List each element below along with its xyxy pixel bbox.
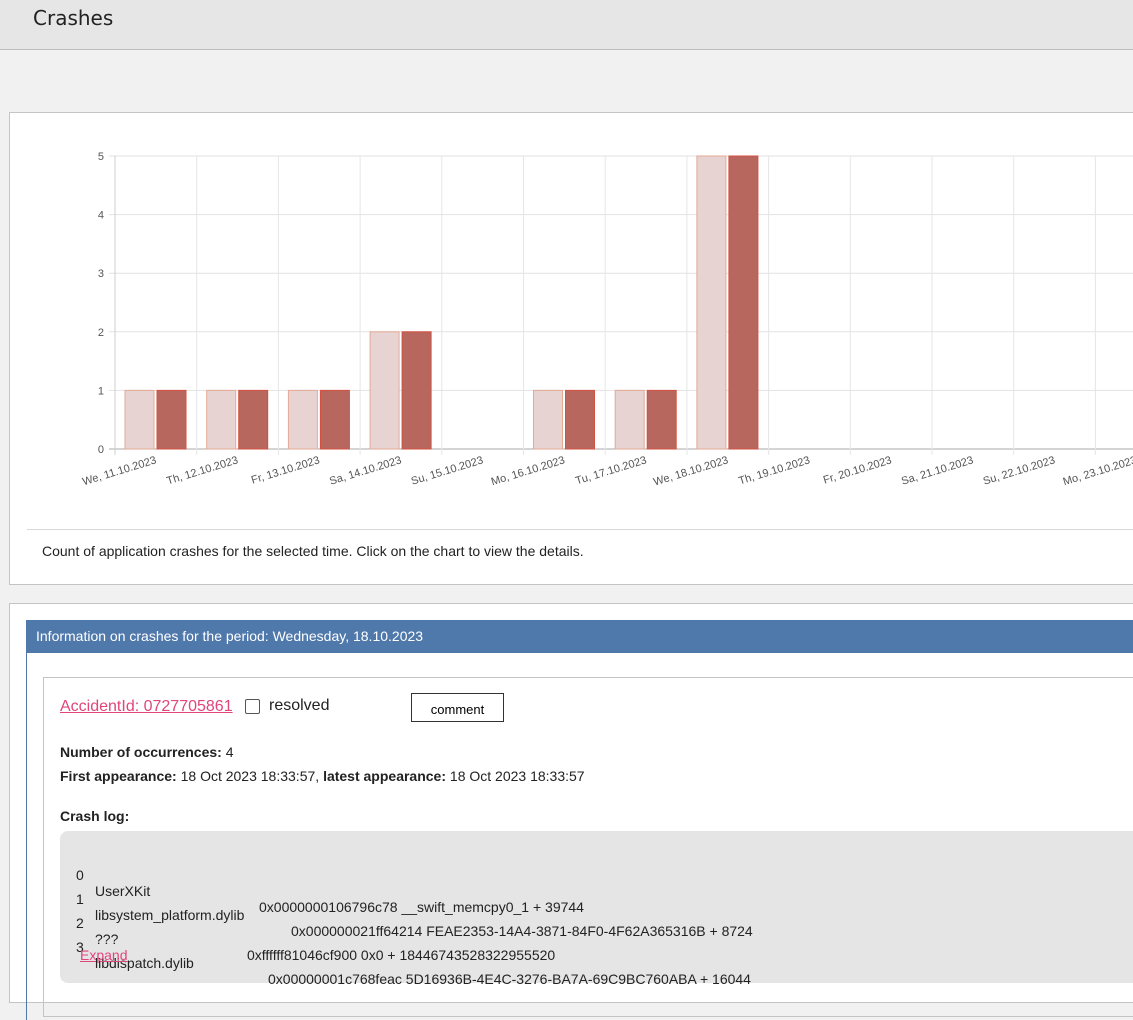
- bar-series-light: [206, 389, 237, 450]
- x-tick-label: Fr, 20.10.2023: [822, 454, 893, 486]
- expand-link[interactable]: Expand: [80, 947, 127, 963]
- comment-button[interactable]: comment: [411, 693, 504, 722]
- first-appearance-label: First appearance:: [60, 768, 177, 784]
- log-detail: 0x0000000106796c78 __swift_memcpy0_1 + 3…: [259, 899, 584, 915]
- x-tick-label: Su, 22.10.2023: [982, 454, 1057, 487]
- bar-series-light: [696, 155, 727, 450]
- crash-info-panel: Information on crashes for the period: W…: [9, 603, 1133, 1020]
- page-header: Crashes: [0, 0, 1133, 50]
- y-tick-label: 0: [98, 444, 104, 456]
- x-tick-label: We, 11.10.2023: [81, 454, 158, 488]
- first-appearance-value: 18 Oct 2023 18:33:57,: [176, 768, 324, 784]
- divider: [27, 529, 1133, 530]
- bar-series-light: [124, 389, 155, 450]
- crash-period-header: Information on crashes for the period: W…: [27, 620, 1133, 653]
- x-tick-label: Sa, 14.10.2023: [328, 454, 403, 487]
- bar-series-dark: [238, 389, 269, 450]
- x-tick-label: Tu, 17.10.2023: [574, 454, 648, 487]
- resolved-label: resolved: [269, 697, 330, 714]
- y-tick-label: 3: [98, 268, 104, 280]
- x-tick-label: Mo, 23.10.2023: [1062, 454, 1133, 488]
- bar-series-light: [287, 389, 318, 450]
- bar-series-light: [369, 331, 400, 450]
- crash-chart-panel: 0 1 2 3 4 5 We, 11.10.2023 Th, 12.10.2023 Fr, 13…: [9, 112, 1133, 585]
- latest-appearance-label: latest appearance:: [323, 768, 447, 784]
- page-title: Crashes: [33, 6, 114, 30]
- latest-appearance-value: 18 Oct 2023 18:33:57: [446, 768, 585, 784]
- checkbox-icon[interactable]: [245, 698, 260, 714]
- bar-series-light: [533, 389, 563, 450]
- y-tick-label: 4: [98, 210, 104, 222]
- occurrences-label: Number of occurrences:: [60, 744, 222, 760]
- occurrences-row: Number of occurrences: 4: [60, 744, 234, 760]
- y-tick-label: 5: [98, 151, 104, 163]
- log-line: 3 libdispatch.dylib 0x00000001c768feac 5…: [60, 923, 751, 1003]
- y-tick-label: 1: [98, 385, 104, 397]
- log-detail: 0x000000021ff64214 FEAE2353-14A4-3871-84…: [291, 923, 753, 939]
- x-tick-label: Fr, 13.10.2023: [250, 454, 321, 486]
- bar-series-dark: [401, 331, 432, 450]
- bar-series-dark: [156, 389, 187, 450]
- x-tick-label: Th, 19.10.2023: [737, 454, 811, 487]
- accident-id-link[interactable]: AccidentId: 0727705861: [60, 698, 233, 716]
- crash-log: 0 UserXKit 0x0000000106796c78 __swift_me…: [60, 831, 1133, 987]
- bar-series-dark: [728, 155, 759, 450]
- log-detail: 0x00000001c768feac 5D16936B-4E4C-3276-BA…: [268, 971, 751, 987]
- x-tick-label: Th, 12.10.2023: [165, 454, 239, 487]
- x-tick-label: We, 18.10.2023: [652, 454, 730, 488]
- crash-chart[interactable]: 0 1 2 3 4 5 We, 11.10.2023 Th, 12.10.2023 Fr, 13…: [10, 113, 1133, 523]
- crash-card: AccidentId: 0727705861 resolved comment …: [43, 677, 1133, 1017]
- crash-log-heading: Crash log:: [60, 808, 129, 824]
- x-tick-label: Mo, 16.10.2023: [490, 454, 567, 488]
- y-tick-label: 2: [98, 327, 104, 339]
- x-tick-label: Su, 15.10.2023: [410, 454, 485, 487]
- bar-series-dark: [319, 389, 350, 450]
- crash-log-label: Crash log:: [60, 808, 130, 824]
- x-tick-label: Sa, 21.10.2023: [900, 454, 975, 487]
- occurrences-value: 4: [221, 744, 234, 760]
- log-module: UserXKit: [95, 883, 151, 899]
- crash-info-box: Information on crashes for the period: W…: [26, 620, 1133, 1020]
- bar-series-dark: [565, 389, 595, 450]
- log-detail: 0xffffff81046cf900 0x0 + 184467435283229…: [247, 947, 556, 963]
- resolved-checkbox[interactable]: resolved: [245, 697, 329, 715]
- log-module: libsystem_platform.dylib: [95, 907, 245, 923]
- chart-caption: Count of application crashes for the sel…: [42, 543, 584, 559]
- bar-series-light: [614, 389, 645, 450]
- bar-series-dark: [646, 389, 677, 450]
- appearance-row: First appearance: 18 Oct 2023 18:33:57, …: [60, 768, 585, 784]
